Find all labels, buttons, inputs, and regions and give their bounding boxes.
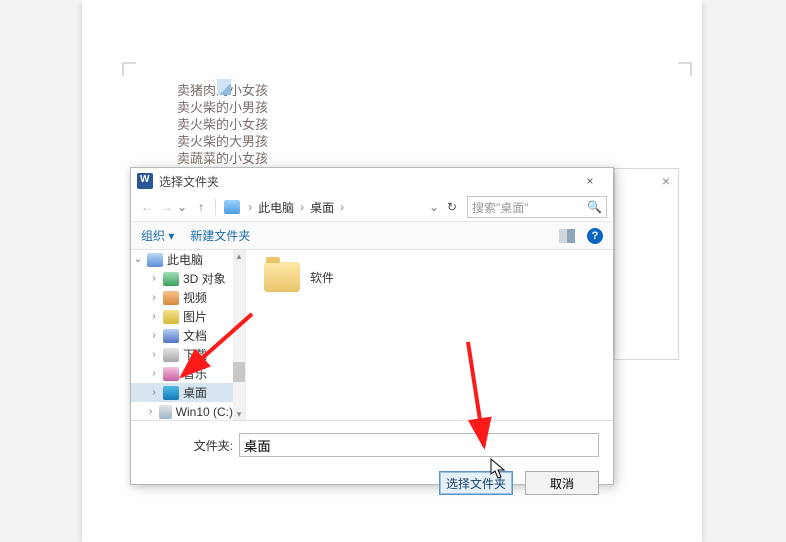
- document-line: 卖火柴的小女孩: [177, 116, 268, 133]
- drive-icon: [159, 405, 172, 419]
- video-icon: [163, 291, 179, 305]
- expander-icon[interactable]: ›: [149, 387, 159, 398]
- breadcrumb[interactable]: › 此电脑 › 桌面 ›: [244, 199, 348, 216]
- folder-tree[interactable]: ▴ ▾ ⌄ 此电脑 › 3D 对象 › 视频 › 图片 › 文档 › 下载 › 音乐 › 桌面 › Win10 (…: [131, 250, 246, 420]
- search-placeholder: 搜索"桌面": [472, 199, 529, 216]
- tree-node-0[interactable]: ⌄ 此电脑: [131, 250, 233, 269]
- tree-node-7[interactable]: › 桌面: [131, 383, 233, 402]
- tree-node-8[interactable]: › Win10 (C:): [131, 402, 233, 420]
- crop-mark-tr: [678, 62, 692, 76]
- tree-node-2[interactable]: › 视频: [131, 288, 233, 307]
- nav-up-button[interactable]: ↑: [191, 197, 211, 217]
- tree-node-5[interactable]: › 下载: [131, 345, 233, 364]
- tree-node-label: 下载: [183, 346, 207, 363]
- folder-name-input[interactable]: [239, 433, 599, 457]
- tree-node-1[interactable]: › 3D 对象: [131, 269, 233, 288]
- document-line: 卖火柴的小男孩: [177, 99, 268, 116]
- new-folder-button[interactable]: 新建文件夹: [190, 227, 250, 244]
- tree-node-label: 文档: [183, 327, 207, 344]
- pic-icon: [163, 310, 179, 324]
- expander-icon[interactable]: ›: [149, 368, 159, 379]
- nav-bar: ← → ⌄ ↑ › 此电脑 › 桌面 › ⌄ ↻ 搜索"桌面" 🔍: [131, 194, 613, 221]
- scroll-down-button[interactable]: ▾: [233, 408, 245, 420]
- select-folder-button[interactable]: 选择文件夹: [439, 471, 513, 495]
- document-line: 卖蔬菜的小女孩: [177, 150, 268, 167]
- scrollbar-thumb[interactable]: [233, 362, 245, 382]
- dialog-title: 选择文件夹: [159, 173, 573, 190]
- list-item[interactable]: 软件: [264, 262, 595, 292]
- search-input[interactable]: 搜索"桌面" 🔍: [467, 196, 607, 218]
- paragraph-marker: ·: [217, 78, 241, 95]
- folder-picker-dialog: 选择文件夹 × ← → ⌄ ↑ › 此电脑 › 桌面 › ⌄ ↻ 搜索"桌面" …: [130, 167, 614, 485]
- titlebar[interactable]: 选择文件夹 ×: [131, 168, 613, 194]
- crop-mark-tl: [122, 62, 136, 76]
- nav-history-dropdown[interactable]: ⌄: [177, 200, 187, 214]
- folder-icon: [264, 262, 300, 292]
- expander-icon[interactable]: ⌄: [133, 254, 143, 265]
- tree-node-label: 3D 对象: [183, 270, 226, 287]
- document-line: 卖火柴的大男孩: [177, 133, 268, 150]
- dl-icon: [163, 348, 179, 362]
- expander-icon[interactable]: ›: [149, 292, 159, 303]
- help-button[interactable]: ?: [587, 228, 603, 244]
- scroll-up-button[interactable]: ▴: [233, 250, 245, 262]
- folder-contents[interactable]: 软件: [246, 250, 613, 420]
- cancel-button[interactable]: 取消: [525, 471, 599, 495]
- folder-field-label: 文件夹:: [145, 437, 239, 454]
- doc-icon: [163, 329, 179, 343]
- breadcrumb-part-0[interactable]: 此电脑: [258, 199, 294, 216]
- tree-node-label: 此电脑: [167, 251, 203, 268]
- desk-icon: [163, 386, 179, 400]
- toolbar: 组织 ▾ 新建文件夹 ?: [131, 221, 613, 250]
- side-panel-close[interactable]: ×: [660, 175, 672, 187]
- tree-node-label: 图片: [183, 308, 207, 325]
- app-icon: [137, 173, 153, 189]
- folder-label: 软件: [310, 269, 334, 286]
- dialog-close-button[interactable]: ×: [573, 170, 607, 192]
- search-icon[interactable]: 🔍: [587, 200, 602, 214]
- tree-node-label: 桌面: [183, 384, 207, 401]
- scrollbar-track[interactable]: [233, 262, 245, 408]
- nav-back-button[interactable]: ←: [137, 197, 157, 217]
- dialog-footer: 文件夹: 选择文件夹 取消: [131, 420, 613, 509]
- expander-icon[interactable]: ›: [149, 330, 159, 341]
- view-options-button[interactable]: [559, 229, 575, 243]
- expander-icon[interactable]: ›: [149, 273, 159, 284]
- breadcrumb-part-1[interactable]: 桌面: [310, 199, 334, 216]
- dialog-body: ▴ ▾ ⌄ 此电脑 › 3D 对象 › 视频 › 图片 › 文档 › 下载 › 音乐 › 桌面 › Win10 (…: [131, 250, 613, 420]
- separator: [215, 199, 216, 215]
- expander-icon[interactable]: ›: [149, 349, 159, 360]
- page-icon: [217, 79, 231, 95]
- pc-icon: [147, 253, 163, 267]
- tree-node-label: 音乐: [183, 365, 207, 382]
- path-dropdown[interactable]: ⌄: [429, 200, 439, 214]
- marker-dot: ·: [237, 78, 241, 95]
- side-panel: ×: [614, 168, 679, 360]
- expander-icon[interactable]: ›: [147, 406, 155, 417]
- tree-node-3[interactable]: › 图片: [131, 307, 233, 326]
- tree-node-label: Win10 (C:): [176, 405, 233, 419]
- nav-forward-button[interactable]: →: [157, 197, 177, 217]
- obj3d-icon: [163, 272, 179, 286]
- tree-node-4[interactable]: › 文档: [131, 326, 233, 345]
- refresh-button[interactable]: ↻: [443, 200, 461, 214]
- tree-node-6[interactable]: › 音乐: [131, 364, 233, 383]
- document-body: · 卖猪肉的小女孩卖火柴的小男孩卖火柴的小女孩卖火柴的大男孩卖蔬菜的小女孩: [177, 82, 268, 167]
- organize-menu[interactable]: 组织 ▾: [141, 227, 174, 244]
- expander-icon[interactable]: ›: [149, 311, 159, 322]
- tree-node-label: 视频: [183, 289, 207, 306]
- music-icon: [163, 367, 179, 381]
- path-root-icon[interactable]: [224, 200, 240, 214]
